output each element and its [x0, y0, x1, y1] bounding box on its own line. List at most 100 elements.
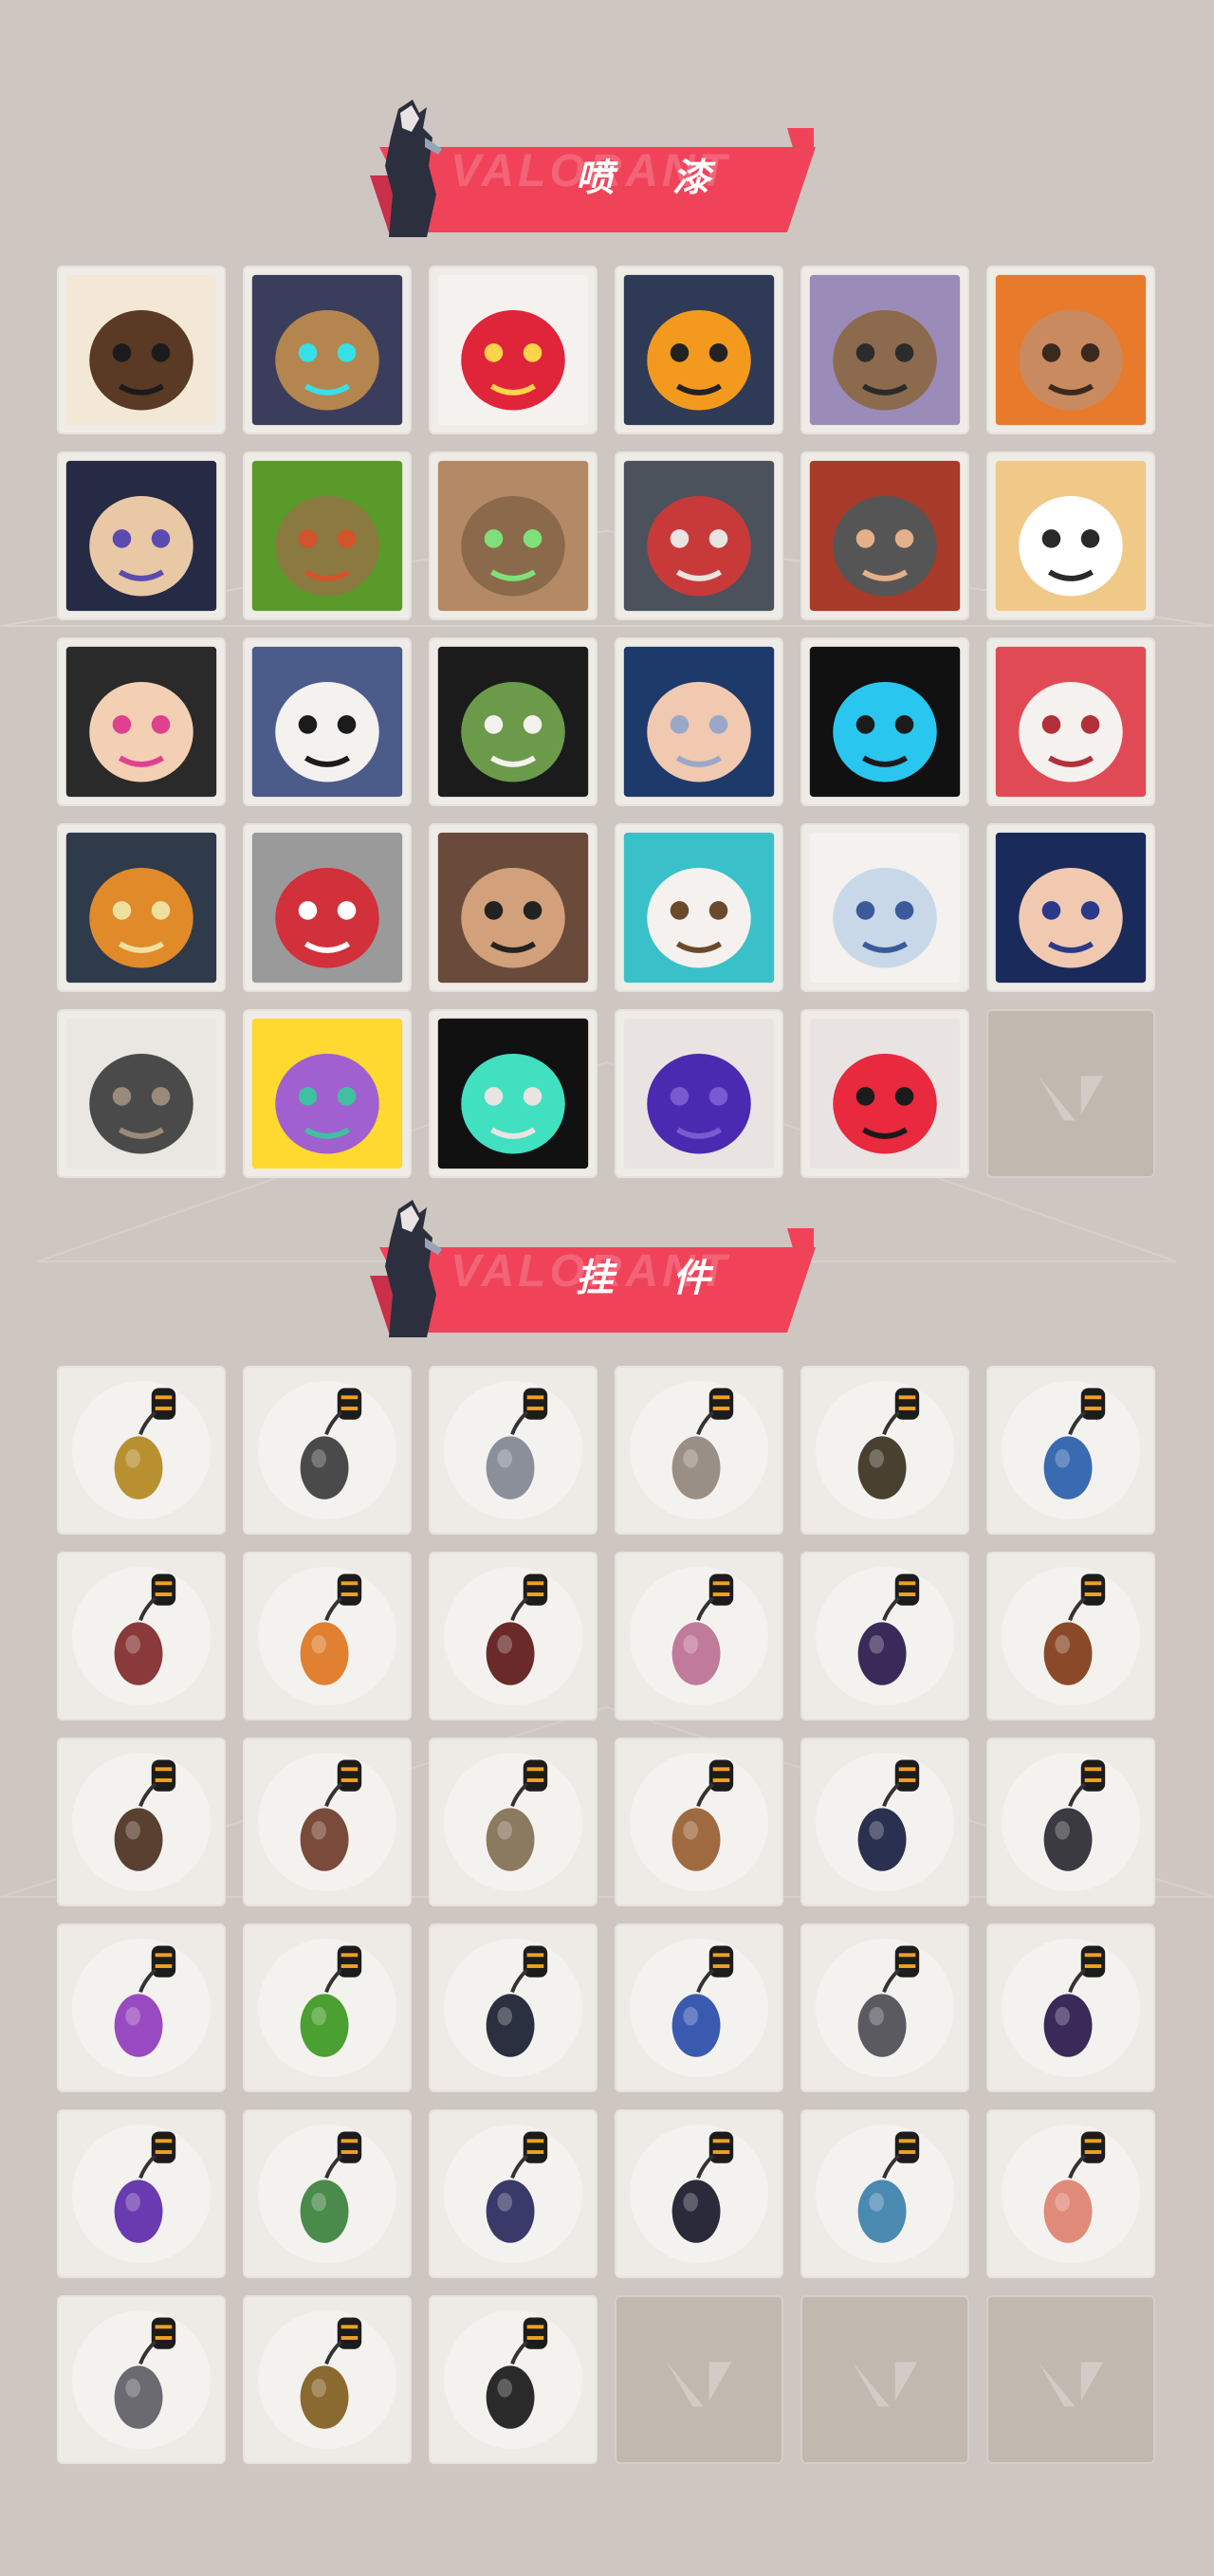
spray-item[interactable] — [615, 451, 783, 620]
charm-item[interactable] — [429, 1552, 598, 1720]
charm-item[interactable] — [615, 1738, 783, 1906]
spray-empty-slot — [986, 1009, 1155, 1178]
ep9-medallion-charm-icon — [857, 1573, 920, 1685]
empty-slot-icon — [852, 2362, 918, 2407]
yellow-jacket-agent-spray-icon — [251, 1018, 403, 1169]
spray-item[interactable] — [800, 451, 969, 620]
valorant-tag-charm-icon — [486, 2317, 548, 2429]
spray-item[interactable] — [986, 823, 1155, 992]
round-pouch-charm-icon — [857, 1388, 920, 1500]
braided-cord-charm-icon — [486, 1573, 548, 1685]
orange-dial-device-spray-icon — [623, 274, 775, 426]
green-eyed-creature-spray-icon — [437, 460, 589, 612]
charm-item[interactable] — [615, 2109, 783, 2278]
gold-coin-charm-icon — [300, 2317, 362, 2429]
charm-item[interactable] — [243, 2109, 412, 2278]
spray-item[interactable] — [615, 637, 783, 806]
cupcake-charm-icon — [671, 1573, 734, 1685]
spray-item[interactable] — [57, 451, 226, 620]
sneaker-charm-icon — [486, 1945, 548, 2057]
charm-item[interactable] — [243, 1552, 412, 1720]
charm-item[interactable] — [986, 1366, 1155, 1535]
spray-item[interactable] — [800, 266, 969, 434]
charm-item[interactable] — [57, 2295, 226, 2464]
hooded-agent-spray-icon — [623, 646, 775, 798]
charm-item[interactable] — [800, 2109, 969, 2278]
charm-item[interactable] — [800, 1552, 969, 1720]
charm-item[interactable] — [429, 1923, 598, 2092]
bandaged-boy-face-spray-icon — [65, 460, 217, 612]
charm-item[interactable] — [243, 1738, 412, 1906]
charm-item[interactable] — [986, 1552, 1155, 1720]
astronaut-charm-icon — [671, 1945, 734, 2057]
blue-canister-charm-icon — [1043, 1388, 1106, 1500]
charm-item[interactable] — [57, 1366, 226, 1535]
sunglasses-bear-spray-icon — [809, 274, 961, 426]
charm-item[interactable] — [243, 1366, 412, 1535]
number-ten-spray-icon — [995, 646, 1147, 798]
bearded-agent-grin-spray-icon — [995, 274, 1147, 426]
charm-item[interactable] — [57, 2109, 226, 2278]
spray-item[interactable] — [800, 823, 969, 992]
bear-bell-charm-icon — [1043, 1573, 1106, 1685]
charm-item[interactable] — [243, 1923, 412, 2092]
spray-item[interactable] — [57, 1009, 226, 1178]
charm-item[interactable] — [57, 1738, 226, 1906]
spray-item[interactable] — [986, 451, 1155, 620]
spray-item[interactable] — [986, 266, 1155, 434]
wave-bear-spray-icon — [623, 832, 775, 984]
spray-item[interactable] — [57, 266, 226, 434]
charm-item[interactable] — [429, 2109, 598, 2278]
spray-item[interactable] — [243, 451, 412, 620]
spray-item[interactable] — [986, 637, 1155, 806]
charm-item[interactable] — [57, 1552, 226, 1720]
cyan-shapes-spray-icon — [809, 646, 961, 798]
charm-item[interactable] — [986, 2109, 1155, 2278]
gold-cat-charm-icon — [114, 1388, 176, 1500]
charm-item[interactable] — [429, 1738, 598, 1906]
dark-creature-charm-icon — [857, 1759, 920, 1871]
spray-item[interactable] — [429, 266, 598, 434]
raccoon-figure-charm-icon — [671, 1388, 734, 1500]
charm-item[interactable] — [615, 1366, 783, 1535]
spray-item[interactable] — [615, 823, 783, 992]
charm-item[interactable] — [800, 1738, 969, 1906]
spray-item[interactable] — [243, 266, 412, 434]
frog-hat-spray-icon — [437, 646, 589, 798]
duck-beak-spray-icon — [65, 832, 217, 984]
spray-item[interactable] — [57, 637, 226, 806]
purple-lantern-charm-icon — [486, 2131, 548, 2243]
charm-empty-slot — [986, 2295, 1155, 2464]
charm-item[interactable] — [986, 1923, 1155, 2092]
angry-girl-pencil-spray-icon — [65, 646, 217, 798]
lava-lamp-charm-icon — [114, 1945, 176, 2057]
spray-item[interactable] — [57, 823, 226, 992]
metal-claw-charm-icon — [1043, 1759, 1106, 1871]
spray-item[interactable] — [243, 1009, 412, 1178]
laughing-tiger-spray-icon — [995, 460, 1147, 612]
charm-item[interactable] — [800, 1366, 969, 1535]
spray-item[interactable] — [615, 1009, 783, 1178]
charm-item[interactable] — [986, 1738, 1155, 1906]
spray-item[interactable] — [429, 1009, 598, 1178]
charm-item[interactable] — [615, 1552, 783, 1720]
charms-title: 挂 件 — [576, 1257, 733, 1300]
spray-item[interactable] — [800, 1009, 969, 1178]
robot-orb-charm-icon — [300, 1388, 362, 1500]
spray-item[interactable] — [615, 266, 783, 434]
spray-item[interactable] — [243, 823, 412, 992]
charm-item[interactable] — [429, 1366, 598, 1535]
spray-item[interactable] — [243, 637, 412, 806]
sprays-grid — [57, 266, 1155, 1178]
purple-graffiti-spray-icon — [623, 1018, 775, 1169]
spray-item[interactable] — [429, 637, 598, 806]
charm-item[interactable] — [429, 2295, 598, 2464]
spray-item[interactable] — [429, 451, 598, 620]
charm-item[interactable] — [615, 1923, 783, 2092]
spray-item[interactable] — [429, 823, 598, 992]
empty-slot-icon — [1038, 1076, 1104, 1121]
charm-item[interactable] — [800, 1923, 969, 2092]
charm-item[interactable] — [243, 2295, 412, 2464]
charm-item[interactable] — [57, 1923, 226, 2092]
spray-item[interactable] — [800, 637, 969, 806]
